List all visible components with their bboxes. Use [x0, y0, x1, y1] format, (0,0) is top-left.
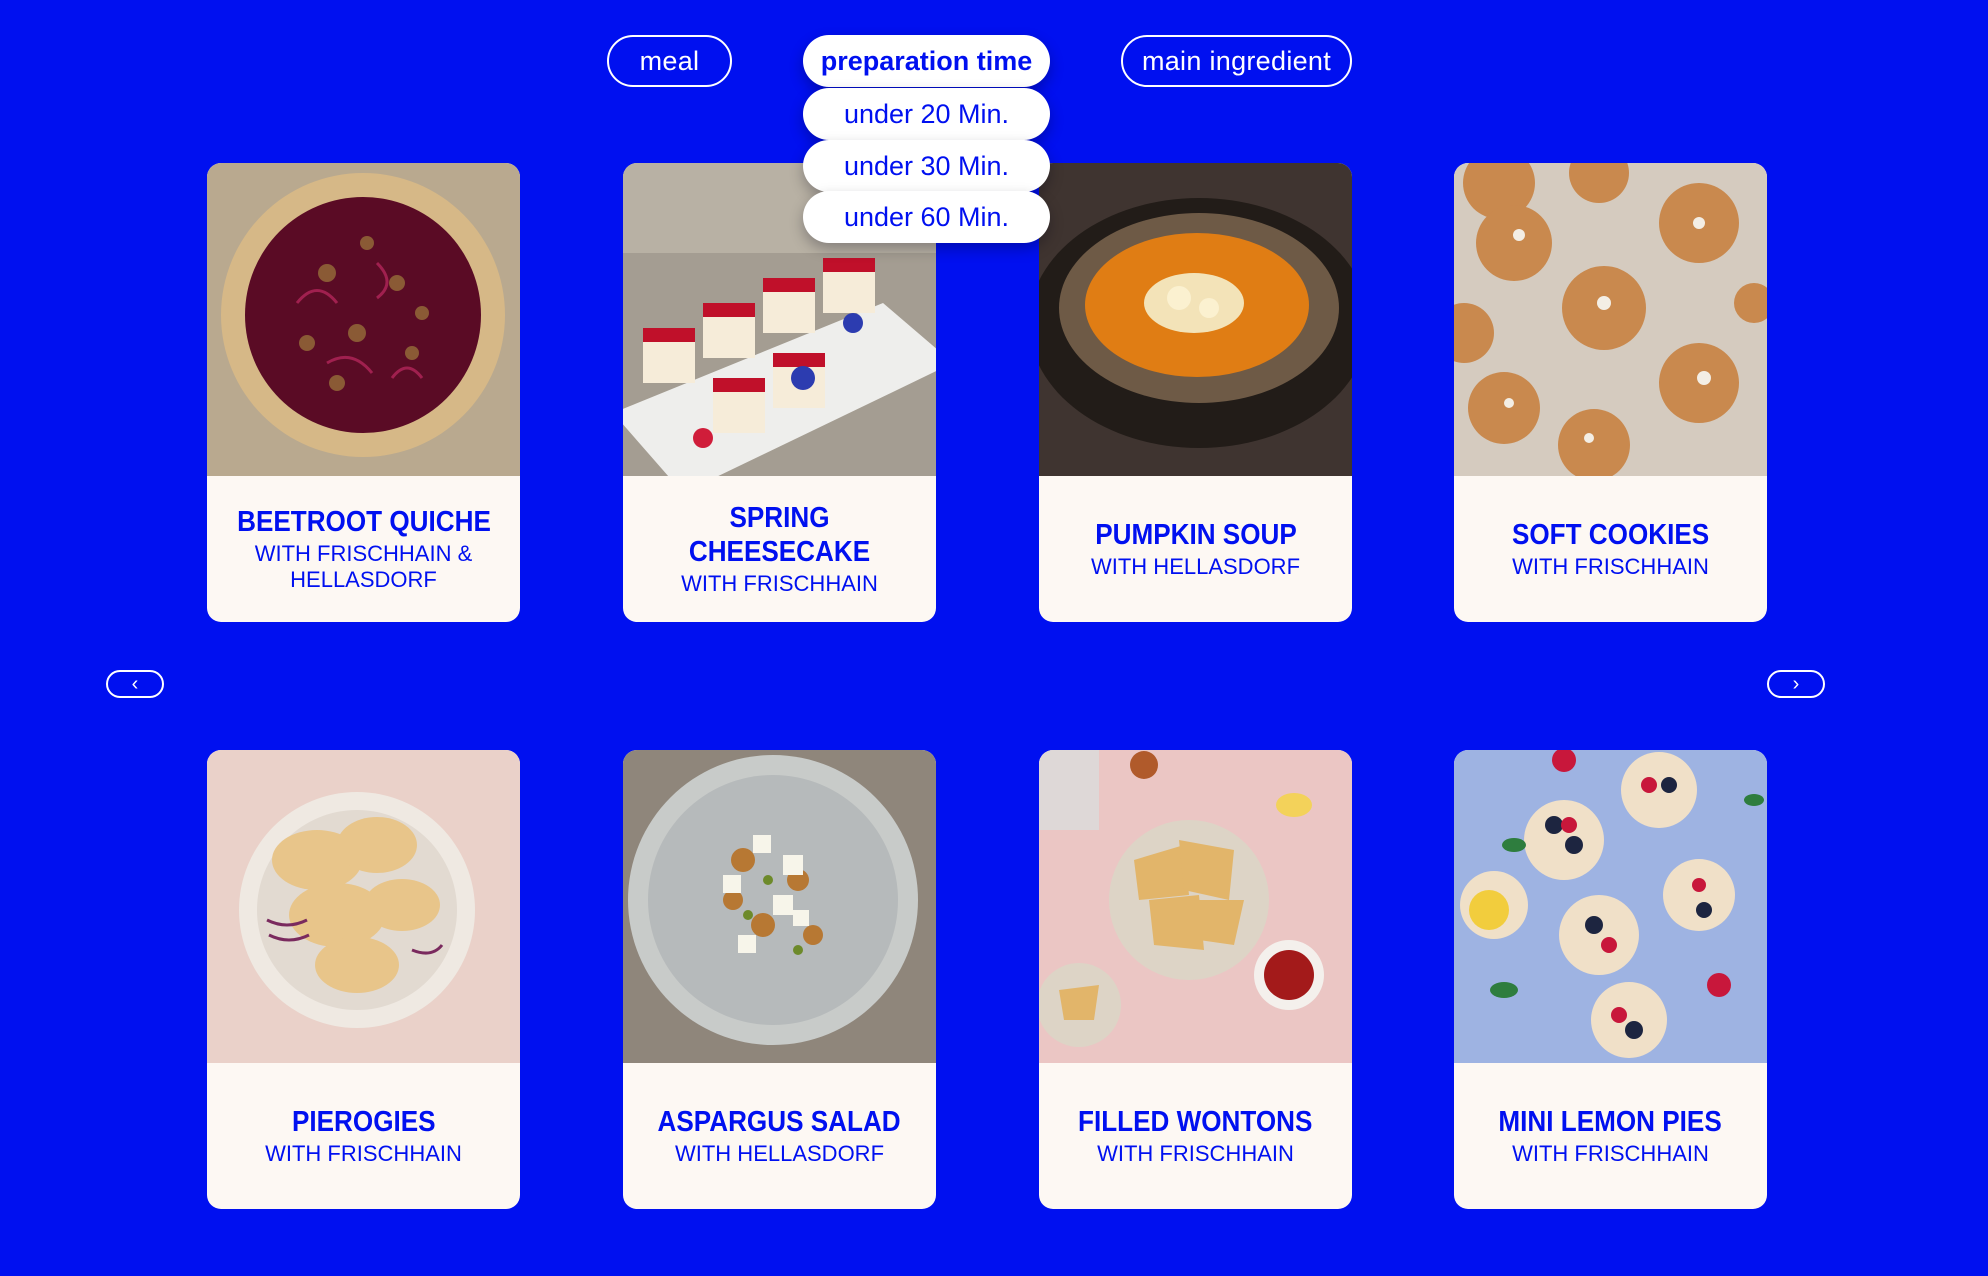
- recipe-title: ASPARGUS SALAD: [657, 1106, 902, 1138]
- recipe-card-beetroot-quiche[interactable]: BEETROOT QUICHE WITH FRISCHHAIN & HELLAS…: [207, 163, 520, 622]
- pumpkin-soup-image: [1039, 163, 1352, 476]
- filter-main-ingredient-button[interactable]: main ingredient: [1121, 35, 1352, 87]
- filter-preparation-time-button[interactable]: preparation time: [803, 35, 1050, 87]
- recipe-subtitle: WITH FRISCHHAIN: [681, 571, 878, 596]
- beetroot-quiche-image: [207, 163, 520, 476]
- carousel-prev-button[interactable]: ‹: [106, 670, 164, 698]
- time-option-20[interactable]: under 20 Min.: [803, 88, 1050, 140]
- recipe-title: PIEROGIES: [291, 1106, 436, 1138]
- recipe-title: BEETROOT QUICHE: [236, 506, 491, 538]
- chevron-left-icon: ‹: [131, 672, 139, 695]
- recipe-subtitle: WITH HELLASDORF: [674, 1141, 885, 1166]
- chevron-right-icon: ›: [1792, 672, 1800, 695]
- recipe-card-soft-cookies[interactable]: SOFT COOKIES WITH FRISCHHAIN: [1454, 163, 1767, 622]
- recipe-card-pierogies[interactable]: PIEROGIES WITH FRISCHHAIN: [207, 750, 520, 1209]
- time-option-30[interactable]: under 30 Min.: [803, 140, 1050, 192]
- recipe-title: SPRING CHEESECAKE: [688, 502, 871, 568]
- filled-wontons-image: [1039, 750, 1352, 1063]
- recipe-subtitle: WITH FRISCHHAIN: [1512, 554, 1709, 579]
- recipe-title: MINI LEMON PIES: [1498, 1106, 1723, 1138]
- recipe-title: PUMPKIN SOUP: [1094, 519, 1297, 551]
- recipe-title: SOFT COOKIES: [1511, 519, 1710, 551]
- recipe-subtitle: WITH FRISCHHAIN: [1512, 1141, 1709, 1166]
- recipe-card-pumpkin-soup[interactable]: PUMPKIN SOUP WITH HELLASDORF: [1039, 163, 1352, 622]
- soft-cookies-image: [1454, 163, 1767, 476]
- recipe-subtitle: WITH FRISCHHAIN & HELLASDORF: [254, 541, 473, 592]
- pierogies-image: [207, 750, 520, 1063]
- recipe-card-aspargus-salad[interactable]: ASPARGUS SALAD WITH HELLASDORF: [623, 750, 936, 1209]
- time-option-60[interactable]: under 60 Min.: [803, 191, 1050, 243]
- recipe-card-mini-lemon-pies[interactable]: MINI LEMON PIES WITH FRISCHHAIN: [1454, 750, 1767, 1209]
- recipe-subtitle: WITH HELLASDORF: [1090, 554, 1301, 579]
- recipe-subtitle: WITH FRISCHHAIN: [265, 1141, 462, 1166]
- aspargus-salad-image: [623, 750, 936, 1063]
- filter-meal-button[interactable]: meal: [607, 35, 732, 87]
- recipe-subtitle: WITH FRISCHHAIN: [1097, 1141, 1294, 1166]
- carousel-next-button[interactable]: ›: [1767, 670, 1825, 698]
- mini-lemon-pies-image: [1454, 750, 1767, 1063]
- recipe-card-filled-wontons[interactable]: FILLED WONTONS WITH FRISCHHAIN: [1039, 750, 1352, 1209]
- recipe-title: FILLED WONTONS: [1078, 1106, 1313, 1138]
